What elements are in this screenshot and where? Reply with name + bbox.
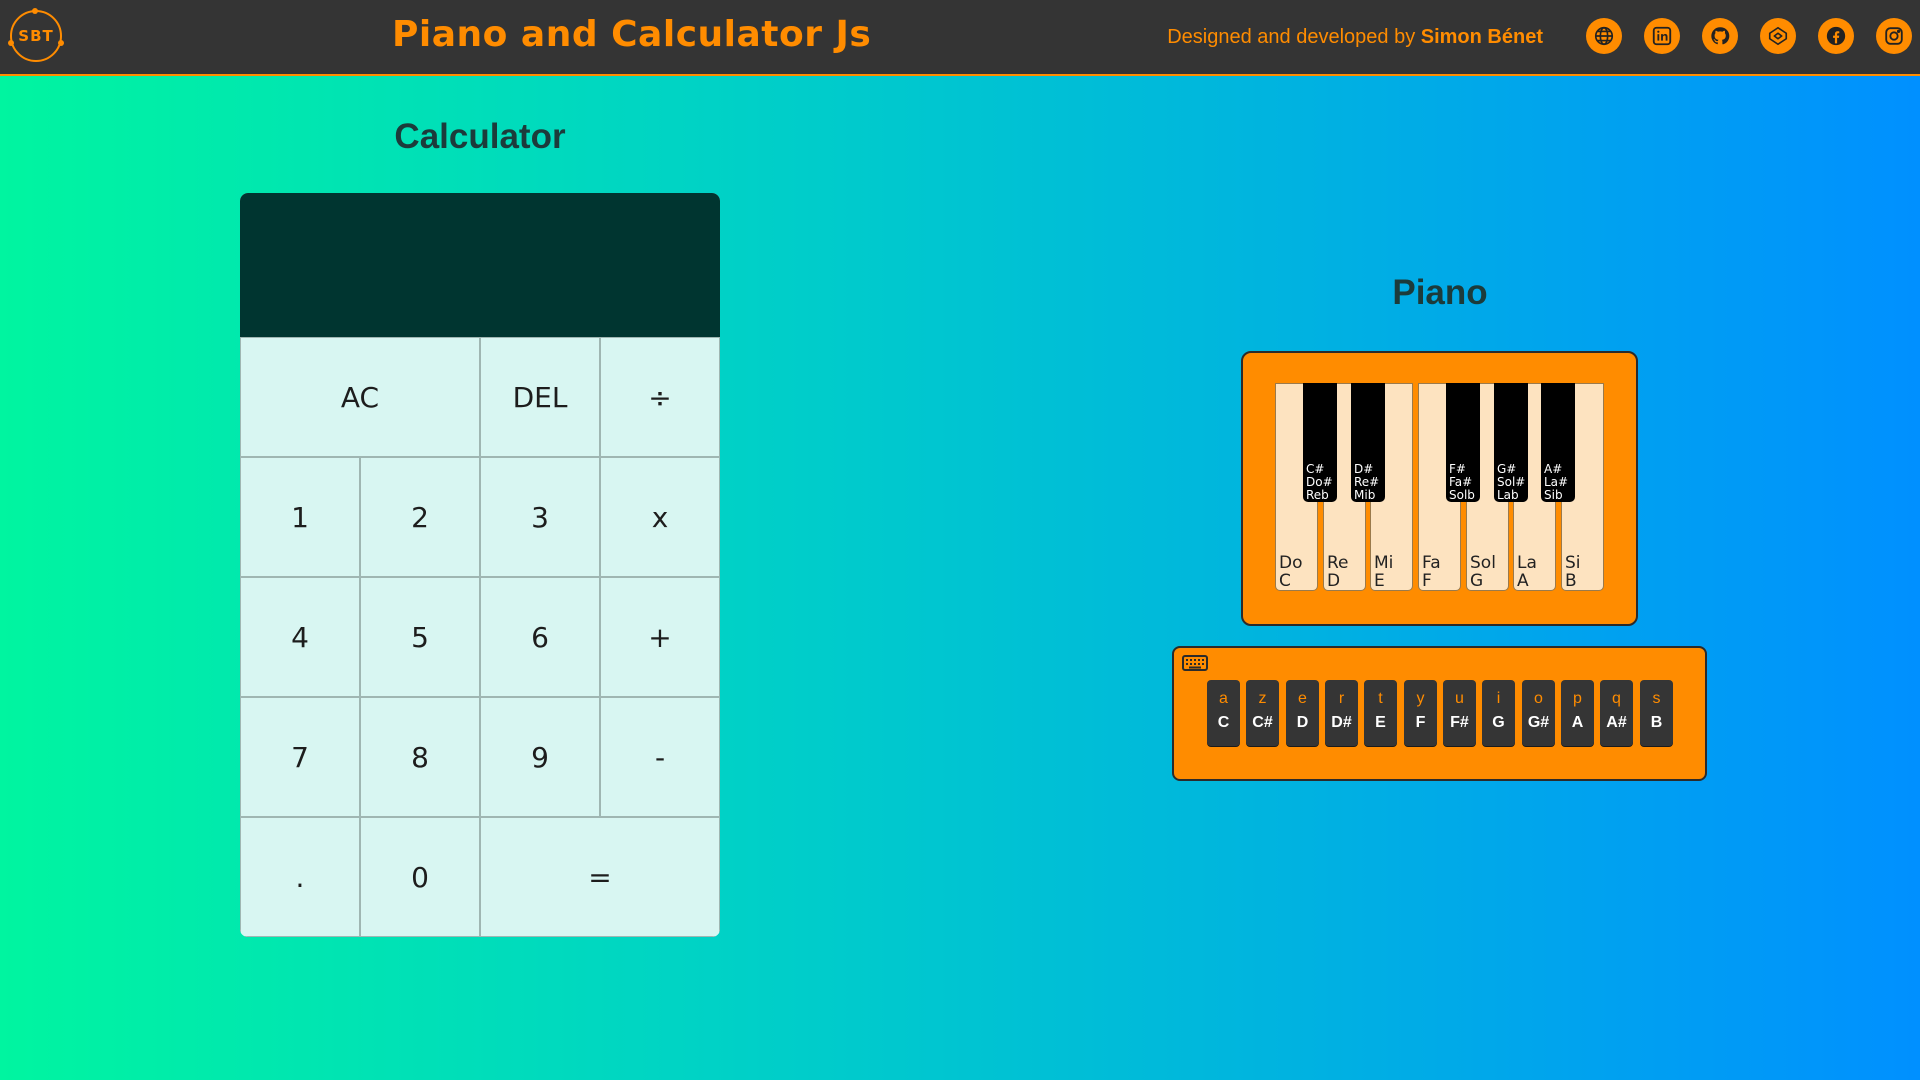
facebook-icon: [1826, 26, 1846, 46]
piano: Do C Re D Mi E Fa F Sol G La A Si B C# Do# Reb D#…: [1241, 351, 1638, 626]
key-label: Si B: [1565, 553, 1581, 591]
multiply-button[interactable]: x: [600, 457, 720, 577]
calculator: AC DEL ÷ 1 2 3 x 4 5 6 + 7 8 9 - . 0 =: [240, 193, 720, 937]
instagram-link[interactable]: [1876, 18, 1912, 54]
key-label: Mi E: [1374, 553, 1394, 591]
kb-key-letter: o: [1534, 690, 1543, 707]
digit-7-button[interactable]: 7: [240, 697, 360, 817]
digit-9-button[interactable]: 9: [480, 697, 600, 817]
page-title: Piano and Calculator Js: [392, 14, 872, 55]
kb-key-q[interactable]: q A#: [1600, 680, 1633, 746]
globe-icon: [1594, 26, 1614, 46]
kb-key-note: G: [1492, 714, 1505, 731]
github-icon: [1711, 27, 1730, 45]
kb-key-note: D#: [1331, 714, 1352, 731]
codepen-icon: [1768, 26, 1788, 46]
calculator-title: Calculator: [394, 117, 566, 156]
credit-text: Designed and developed by Simon Bénet: [1167, 26, 1543, 49]
digit-5-button[interactable]: 5: [360, 577, 480, 697]
key-label: C# Do# Reb: [1306, 462, 1333, 502]
piano-title: Piano: [1392, 273, 1488, 312]
kb-key-o[interactable]: o G#: [1522, 680, 1555, 746]
digit-1-button[interactable]: 1: [240, 457, 360, 577]
top-header: SBT Piano and Calculator Js Designed and…: [0, 0, 1920, 76]
kb-key-note: C: [1217, 714, 1230, 731]
credit-prefix: Designed and developed by: [1167, 26, 1416, 48]
logo-text: SBT: [18, 27, 54, 45]
piano-key-f-sharp[interactable]: F# Fa# Solb: [1446, 383, 1480, 502]
kb-key-note: A: [1571, 714, 1584, 731]
digit-2-button[interactable]: 2: [360, 457, 480, 577]
kb-key-t[interactable]: t E: [1364, 680, 1397, 746]
linkedin-icon: [1652, 26, 1672, 46]
kb-key-letter: p: [1573, 690, 1582, 707]
kb-key-letter: q: [1612, 690, 1621, 707]
kb-key-s[interactable]: s B: [1640, 680, 1673, 746]
kb-key-note: G#: [1527, 714, 1550, 731]
key-label: Fa F: [1422, 553, 1441, 591]
kb-key-note: E: [1375, 714, 1386, 731]
kb-key-letter: s: [1652, 690, 1661, 707]
key-label: Re D: [1327, 553, 1349, 591]
kb-key-note: F: [1415, 714, 1426, 731]
key-label: Sol G: [1470, 553, 1496, 591]
keyboard-icon: [1182, 655, 1208, 671]
linkedin-link[interactable]: [1644, 18, 1680, 54]
piano-key-a-sharp[interactable]: A# La# Sib: [1541, 383, 1575, 502]
piano-key-d-sharp[interactable]: D# Re# Mib: [1351, 383, 1385, 502]
key-label: F# Fa# Solb: [1449, 462, 1475, 502]
digit-6-button[interactable]: 6: [480, 577, 600, 697]
kb-key-letter: i: [1496, 690, 1501, 707]
kb-key-letter: e: [1298, 690, 1307, 707]
key-label: La A: [1517, 553, 1537, 591]
keyboard-mapping: a C z C# e D r D# t E y F u F# i G o G# …: [1172, 646, 1707, 781]
equals-button[interactable]: =: [480, 817, 720, 937]
key-label: A# La# Sib: [1544, 462, 1569, 502]
ac-button[interactable]: AC: [240, 337, 480, 457]
kb-key-r[interactable]: r D#: [1325, 680, 1358, 746]
calculator-display: [240, 193, 720, 337]
divide-button[interactable]: ÷: [600, 337, 720, 457]
kb-key-z[interactable]: z C#: [1246, 680, 1279, 746]
key-label: Do C: [1279, 553, 1303, 591]
del-button[interactable]: DEL: [480, 337, 600, 457]
plus-button[interactable]: +: [600, 577, 720, 697]
kb-key-a[interactable]: a C: [1207, 680, 1240, 746]
kb-key-letter: t: [1378, 690, 1383, 707]
kb-key-letter: a: [1219, 690, 1228, 707]
digit-3-button[interactable]: 3: [480, 457, 600, 577]
digit-4-button[interactable]: 4: [240, 577, 360, 697]
social-links: [1586, 18, 1912, 54]
kb-key-e[interactable]: e D: [1286, 680, 1319, 746]
kb-key-note: B: [1650, 714, 1663, 731]
sbt-logo[interactable]: SBT: [8, 8, 64, 62]
kb-key-y[interactable]: y F: [1404, 680, 1437, 746]
key-label: D# Re# Mib: [1354, 462, 1380, 502]
digit-0-button[interactable]: 0: [360, 817, 480, 937]
kb-key-i[interactable]: i G: [1482, 680, 1515, 746]
kb-key-letter: u: [1455, 690, 1464, 707]
kb-key-note: C#: [1252, 714, 1273, 731]
website-link[interactable]: [1586, 18, 1622, 54]
digit-8-button[interactable]: 8: [360, 697, 480, 817]
kb-key-note: D: [1296, 714, 1309, 731]
kb-key-p[interactable]: p A: [1561, 680, 1594, 746]
decimal-button[interactable]: .: [240, 817, 360, 937]
kb-key-letter: r: [1338, 690, 1345, 707]
instagram-icon: [1885, 27, 1903, 45]
kb-key-note: F#: [1450, 714, 1469, 731]
kb-key-note: A#: [1606, 714, 1627, 731]
credit-name: Simon Bénet: [1420, 26, 1543, 48]
minus-button[interactable]: -: [600, 697, 720, 817]
piano-key-g-sharp[interactable]: G# Sol# Lab: [1494, 383, 1528, 502]
kb-key-u[interactable]: u F#: [1443, 680, 1476, 746]
facebook-link[interactable]: [1818, 18, 1854, 54]
github-link[interactable]: [1702, 18, 1738, 54]
key-label: G# Sol# Lab: [1497, 462, 1526, 502]
piano-key-c-sharp[interactable]: C# Do# Reb: [1303, 383, 1337, 502]
kb-key-letter: y: [1416, 690, 1425, 707]
codepen-link[interactable]: [1760, 18, 1796, 54]
kb-key-letter: z: [1258, 690, 1267, 707]
